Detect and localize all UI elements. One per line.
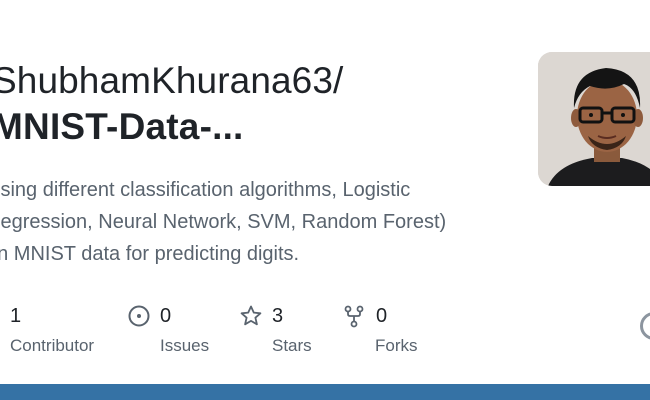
contributors-count: 1	[10, 304, 22, 327]
contributors-label: Contributor	[10, 336, 95, 355]
stat-contributors[interactable]: 1 Contributor	[10, 302, 94, 358]
repo-description: Using different classification algorithm…	[0, 174, 486, 270]
repo-forked-icon	[342, 304, 366, 328]
stat-issues[interactable]: 0 Issues	[127, 302, 209, 358]
forks-count: 0	[376, 304, 388, 327]
stat-forks[interactable]: 0 Forks	[342, 302, 418, 358]
avatar-photo	[538, 52, 650, 186]
description-line: Using different classification algorithm…	[0, 179, 411, 201]
issue-opened-icon	[127, 304, 151, 328]
stars-count: 3	[272, 304, 284, 327]
repo-owner[interactable]: ShubhamKhurana63/	[0, 58, 512, 104]
forks-label: Forks	[375, 336, 418, 355]
owner-avatar	[538, 52, 650, 186]
issues-count: 0	[160, 304, 172, 327]
repo-name[interactable]: MNIST-Data-...	[0, 104, 512, 150]
stars-label: Stars	[272, 336, 312, 355]
star-icon	[239, 304, 263, 328]
stat-stars[interactable]: 3 Stars	[239, 302, 312, 358]
repo-title[interactable]: ShubhamKhurana63/ MNIST-Data-...	[0, 58, 512, 150]
repo-stats: 1 Contributor 0 Issues 3 Stars 0 Forks	[0, 302, 650, 362]
description-line: on MNIST data for predicting digits.	[0, 243, 300, 265]
issues-label: Issues	[160, 336, 210, 355]
description-line: Regression, Neural Network, SVM, Random …	[0, 211, 447, 233]
language-color-bar	[0, 384, 650, 400]
